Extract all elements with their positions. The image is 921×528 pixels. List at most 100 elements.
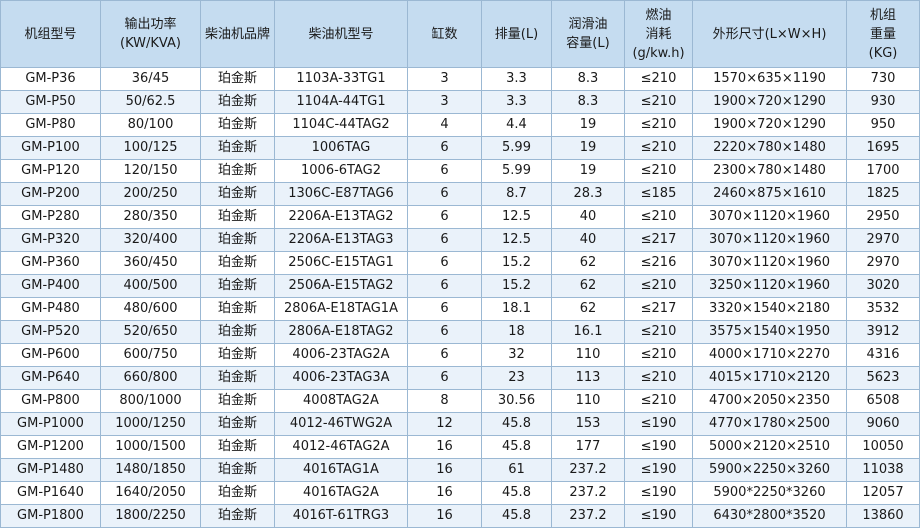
table-row: GM-P600 600/750 珀金斯 4006-23TAG2A 6 32 110 ≤210 4…: [0, 343, 920, 367]
col-header-fuel-consumption: 燃油 消耗 (g/kw.h): [624, 0, 693, 68]
cell-model: GM-P200: [0, 182, 101, 206]
cell-weight: 6508: [846, 389, 920, 413]
cell-weight: 4316: [846, 343, 920, 367]
header-line: 润滑油: [568, 17, 608, 32]
cell-dimensions: 3070×1120×1960: [692, 205, 847, 229]
cell-lube-capacity: 40: [551, 228, 625, 252]
cell-engine-brand: 珀金斯: [200, 182, 275, 206]
cell-model: GM-P800: [0, 389, 101, 413]
cell-lube-capacity: 19: [551, 136, 625, 160]
cell-cylinders: 16: [407, 435, 482, 459]
cell-weight: 12057: [846, 481, 920, 505]
header-line: 输出功率: [124, 17, 177, 32]
cell-power: 1000/1250: [100, 412, 201, 436]
cell-weight: 2970: [846, 228, 920, 252]
table-row: GM-P800 800/1000 珀金斯 4008TAG2A 8 30.56 110 ≤210…: [0, 389, 920, 413]
cell-cylinders: 6: [407, 136, 482, 160]
cell-fuel-consumption: ≤210: [624, 366, 693, 390]
table-row: GM-P1000 1000/1250 珀金斯 4012-46TWG2A 12 45.8 15…: [0, 412, 920, 436]
cell-dimensions: 4770×1780×2500: [692, 412, 847, 436]
cell-power: 320/400: [100, 228, 201, 252]
cell-displacement: 5.99: [481, 136, 552, 160]
cell-fuel-consumption: ≤210: [624, 320, 693, 344]
cell-lube-capacity: 19: [551, 113, 625, 137]
cell-cylinders: 6: [407, 320, 482, 344]
cell-displacement: 12.5: [481, 205, 552, 229]
cell-fuel-consumption: ≤190: [624, 504, 693, 528]
cell-engine-brand: 珀金斯: [200, 458, 275, 482]
table-row: GM-P1200 1000/1500 珀金斯 4012-46TAG2A 16 45.8 17…: [0, 435, 920, 459]
cell-power: 360/450: [100, 251, 201, 275]
cell-power: 660/800: [100, 366, 201, 390]
cell-engine-model: 1103A-33TG1: [274, 67, 408, 91]
cell-cylinders: 6: [407, 182, 482, 206]
cell-engine-model: 4008TAG2A: [274, 389, 408, 413]
cell-dimensions: 4000×1710×2270: [692, 343, 847, 367]
header-line: 柴油机型号: [308, 26, 374, 42]
col-header-model: 机组型号: [0, 0, 101, 68]
table-row: GM-P1800 1800/2250 珀金斯 4016T-61TRG3 16 45.8 23…: [0, 504, 920, 528]
table-row: GM-P36 36/45 珀金斯 1103A-33TG1 3 3.3 8.3 ≤210 1570…: [0, 67, 920, 91]
col-header-lube-capacity: 润滑油 容量(L): [551, 0, 625, 68]
cell-fuel-consumption: ≤216: [624, 251, 693, 275]
cell-fuel-consumption: ≤210: [624, 159, 693, 183]
cell-weight: 5623: [846, 366, 920, 390]
table-body: GM-P36 36/45 珀金斯 1103A-33TG1 3 3.3 8.3 ≤210 1570…: [0, 67, 920, 528]
cell-lube-capacity: 153: [551, 412, 625, 436]
cell-model: GM-P120: [0, 159, 101, 183]
cell-power: 36/45: [100, 67, 201, 91]
cell-lube-capacity: 40: [551, 205, 625, 229]
cell-displacement: 45.8: [481, 435, 552, 459]
cell-power: 480/600: [100, 297, 201, 321]
cell-cylinders: 6: [407, 366, 482, 390]
cell-fuel-consumption: ≤190: [624, 458, 693, 482]
cell-model: GM-P36: [0, 67, 101, 91]
cell-engine-model: 4016TAG2A: [274, 481, 408, 505]
cell-model: GM-P1800: [0, 504, 101, 528]
cell-model: GM-P400: [0, 274, 101, 298]
col-header-dimensions: 外形尺寸(L×W×H): [692, 0, 847, 68]
cell-lube-capacity: 8.3: [551, 67, 625, 91]
cell-engine-model: 4006-23TAG2A: [274, 343, 408, 367]
cell-cylinders: 4: [407, 113, 482, 137]
cell-cylinders: 3: [407, 67, 482, 91]
cell-weight: 10050: [846, 435, 920, 459]
col-header-engine-brand: 柴油机品牌: [200, 0, 275, 68]
cell-displacement: 45.8: [481, 481, 552, 505]
cell-fuel-consumption: ≤217: [624, 228, 693, 252]
cell-displacement: 61: [481, 458, 552, 482]
cell-engine-brand: 珀金斯: [200, 504, 275, 528]
cell-displacement: 3.3: [481, 90, 552, 114]
cell-model: GM-P480: [0, 297, 101, 321]
cell-engine-model: 1104A-44TG1: [274, 90, 408, 114]
cell-cylinders: 12: [407, 412, 482, 436]
cell-engine-model: 4012-46TAG2A: [274, 435, 408, 459]
cell-fuel-consumption: ≤210: [624, 67, 693, 91]
cell-lube-capacity: 8.3: [551, 90, 625, 114]
cell-dimensions: 1570×635×1190: [692, 67, 847, 91]
cell-dimensions: 5900*2250*3260: [692, 481, 847, 505]
cell-model: GM-P1200: [0, 435, 101, 459]
col-header-cylinders: 缸数: [407, 0, 482, 68]
cell-engine-model: 2806A-E18TAG1A: [274, 297, 408, 321]
cell-power: 1000/1500: [100, 435, 201, 459]
cell-engine-brand: 珀金斯: [200, 113, 275, 137]
cell-dimensions: 5000×2120×2510: [692, 435, 847, 459]
cell-lube-capacity: 110: [551, 343, 625, 367]
cell-dimensions: 3250×1120×1960: [692, 274, 847, 298]
cell-weight: 2950: [846, 205, 920, 229]
cell-engine-model: 2806A-E18TAG2: [274, 320, 408, 344]
cell-power: 1800/2250: [100, 504, 201, 528]
cell-dimensions: 1900×720×1290: [692, 90, 847, 114]
col-header-displacement: 排量(L): [481, 0, 552, 68]
cell-engine-brand: 珀金斯: [200, 435, 275, 459]
cell-displacement: 5.99: [481, 159, 552, 183]
cell-fuel-consumption: ≤210: [624, 113, 693, 137]
cell-lube-capacity: 28.3: [551, 182, 625, 206]
cell-cylinders: 16: [407, 458, 482, 482]
col-header-weight: 机组 重量 (KG): [846, 0, 920, 68]
cell-weight: 2970: [846, 251, 920, 275]
cell-weight: 1825: [846, 182, 920, 206]
cell-power: 1480/1850: [100, 458, 201, 482]
cell-engine-brand: 珀金斯: [200, 274, 275, 298]
